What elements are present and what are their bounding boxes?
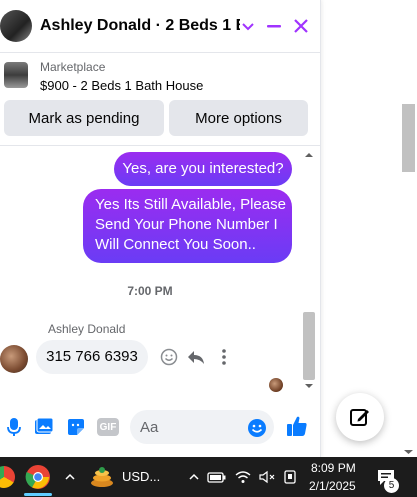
listing-label: Marketplace (40, 60, 106, 74)
photo-icon[interactable] (32, 415, 56, 439)
page-scroll-thumb[interactable] (402, 104, 415, 172)
chat-title[interactable]: Ashley Donald · 2 Beds 1 B... (40, 17, 240, 35)
message-line: Send Your Phone Number I (95, 216, 278, 233)
battery-icon[interactable] (203, 463, 231, 491)
outgoing-message[interactable]: Yes, are you interested? (114, 152, 292, 186)
active-app-indicator (24, 493, 52, 496)
sender-avatar[interactable] (0, 345, 28, 373)
thumbs-up-icon[interactable] (285, 414, 309, 438)
chevron-down-icon[interactable] (236, 14, 260, 38)
reply-icon[interactable] (186, 347, 206, 367)
chat-scroll-thumb[interactable] (303, 312, 315, 380)
currency-app-icon[interactable] (88, 463, 116, 491)
more-icon[interactable] (214, 347, 234, 367)
chat-header: Ashley Donald · 2 Beds 1 B... (0, 0, 320, 53)
sticker-icon[interactable] (64, 415, 88, 439)
message-line: Yes Its Still Available, Please (95, 196, 286, 213)
listing-thumbnail (4, 62, 28, 88)
new-message-button[interactable] (336, 393, 384, 441)
taskbar-app-icon[interactable] (0, 463, 18, 491)
outgoing-message[interactable]: Yes Its Still Available, Please Send You… (83, 189, 292, 263)
incoming-message[interactable]: 315 766 6393 (36, 340, 148, 374)
listing-title: $900 - 2 Beds 1 Bath House (40, 78, 204, 93)
clock-date[interactable]: 2/1/2025 (309, 479, 356, 493)
more-options-button[interactable]: More options (169, 100, 308, 136)
emoji-icon[interactable] (245, 416, 269, 440)
chat-window: Ashley Donald · 2 Beds 1 B... Marketplac… (0, 0, 321, 457)
gif-icon[interactable]: GIF (96, 415, 120, 439)
read-receipt-avatar (269, 378, 283, 392)
notification-badge: 5 (384, 478, 399, 493)
mark-as-pending-button[interactable]: Mark as pending (4, 100, 164, 136)
contact-avatar[interactable] (0, 10, 32, 42)
close-icon[interactable] (289, 14, 313, 38)
message-line: Will Connect You Soon.. (95, 236, 256, 253)
divider (0, 145, 320, 146)
device-icon[interactable] (276, 463, 304, 491)
gif-label: GIF (97, 418, 119, 436)
marketplace-listing[interactable]: Marketplace $900 - 2 Beds 1 Bath House (0, 56, 320, 96)
message-timestamp: 7:00 PM (127, 284, 173, 298)
chrome-icon[interactable] (24, 463, 52, 491)
minimize-icon[interactable] (262, 14, 286, 38)
page-scrollbar[interactable] (400, 0, 417, 457)
clock-time[interactable]: 8:09 PM (311, 461, 356, 475)
microphone-icon[interactable] (2, 415, 26, 439)
sender-name: Ashley Donald (48, 322, 126, 336)
taskbar-app-label[interactable]: USD... (122, 469, 160, 484)
react-emoji-icon[interactable] (159, 347, 179, 367)
chevron-up-icon[interactable] (56, 463, 84, 491)
